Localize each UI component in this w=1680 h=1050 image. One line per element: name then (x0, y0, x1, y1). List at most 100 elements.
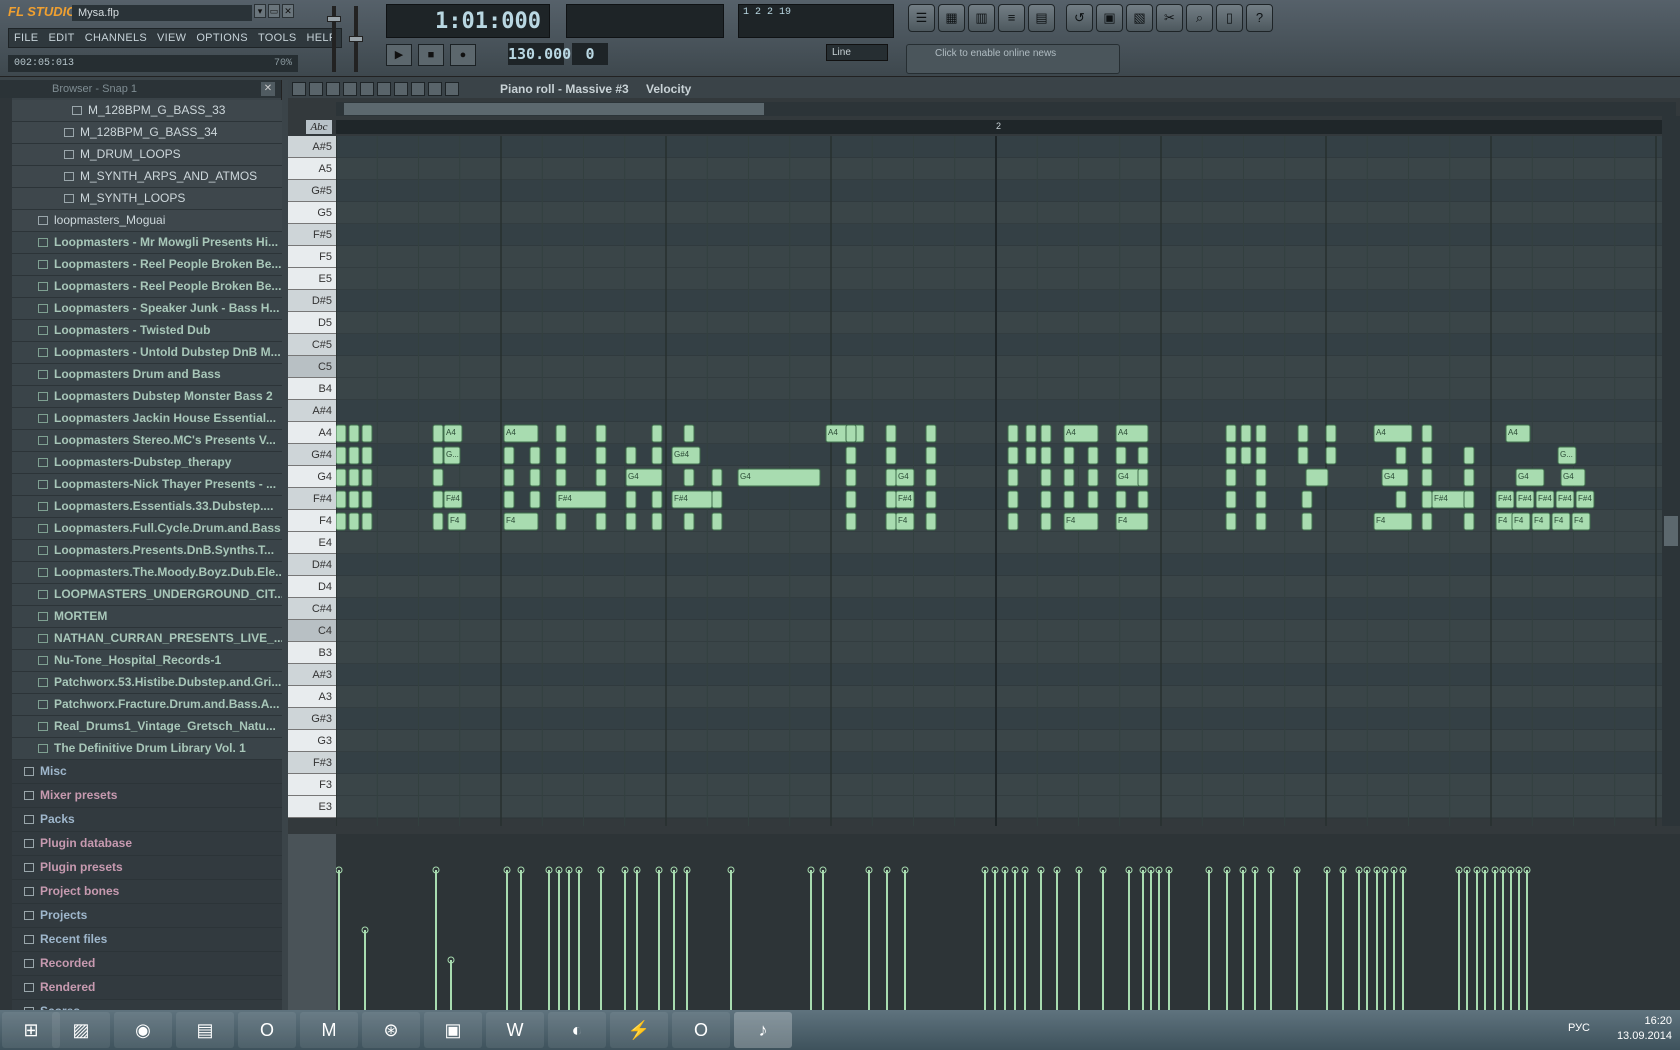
browser-pack-item[interactable]: Loopmasters - Mr Mowgli Presents Hi... (12, 232, 282, 254)
menu-tools[interactable]: TOOLS (253, 29, 302, 47)
browser-pack-item[interactable]: Loopmasters Dubstep Monster Bass 2 (12, 386, 282, 408)
piano-key[interactable]: A#4 (288, 400, 336, 422)
taskbar-app-save[interactable]: ▣ (424, 1012, 482, 1048)
piano-key[interactable]: C5 (288, 356, 336, 378)
master-pitch-slider[interactable] (349, 6, 363, 72)
timeline-ruler[interactable]: 2 (336, 120, 1662, 134)
piano-key[interactable]: F5 (288, 246, 336, 268)
piano-key[interactable]: G3 (288, 730, 336, 752)
document-icon[interactable]: ▯ (1216, 4, 1243, 32)
speaker-icon[interactable] (445, 82, 459, 96)
browser-category-item[interactable]: Rendered (12, 976, 282, 1000)
browser-category-item[interactable]: Recent files (12, 928, 282, 952)
browser-subitem[interactable]: M_DRUM_LOOPS (12, 144, 282, 166)
magnet-icon[interactable] (309, 82, 323, 96)
piano-key[interactable]: G5 (288, 202, 336, 224)
piano-key[interactable]: A#3 (288, 664, 336, 686)
playlist-icon[interactable]: ☰ (908, 4, 935, 32)
browser-pack-item[interactable]: Loopmasters.Presents.DnB.Synths.T... (12, 540, 282, 562)
browser-pack-item[interactable]: Loopmasters Jackin House Essential... (12, 408, 282, 430)
browser-category-item[interactable]: Plugin presets (12, 856, 282, 880)
piano-key[interactable]: E3 (288, 796, 336, 818)
browser-category-item[interactable]: Projects (12, 904, 282, 928)
browser-pack-item[interactable]: Loopmasters-Dubstep_therapy (12, 452, 282, 474)
browser-category-item[interactable]: Project bones (12, 880, 282, 904)
zoom-icon[interactable] (428, 82, 442, 96)
piano-key[interactable]: E5 (288, 268, 336, 290)
browser-pack-item[interactable]: Patchworx.Fracture.Drum.and.Bass.A... (12, 694, 282, 716)
browser-pack-item[interactable]: Loopmasters - Reel People Broken Be... (12, 254, 282, 276)
tempo-display[interactable]: 130.000 (508, 43, 571, 65)
event-target-selector[interactable]: Velocity (646, 80, 691, 98)
save-icon[interactable]: ▣ (1096, 4, 1123, 32)
browser-pack-item[interactable]: Loopmasters Drum and Bass (12, 364, 282, 386)
browser-scrollbar[interactable] (0, 98, 12, 1010)
piano-key[interactable]: F#3 (288, 752, 336, 774)
browser-pack-item[interactable]: Patchworx.53.Histibe.Dubstep.and.Gri... (12, 672, 282, 694)
piano-key[interactable]: C#4 (288, 598, 336, 620)
browser-subitem[interactable]: M_SYNTH_LOOPS (12, 188, 282, 210)
piano-roll-title[interactable]: Piano roll - Massive #3 (500, 80, 629, 98)
browser-pack-item[interactable]: Loopmasters.Full.Cycle.Drum.and.Bass (12, 518, 282, 540)
browser-pack-item[interactable]: Loopmasters - Speaker Junk - Bass H... (12, 298, 282, 320)
browser-pack-item[interactable]: LOOPMASTERS_UNDERGROUND_CIT... (12, 584, 282, 606)
stop-button[interactable]: ■ (418, 44, 444, 66)
browser-subitem[interactable]: M_128BPM_G_BASS_34 (12, 122, 282, 144)
browser-subitem[interactable]: M_SYNTH_ARPS_AND_ATMOS (12, 166, 282, 188)
master-volume-slider[interactable] (327, 6, 341, 72)
browser-subitem[interactable]: M_128BPM_G_BASS_33 (12, 100, 282, 122)
taskbar-opera-2[interactable]: O (672, 1012, 730, 1048)
browser-pack-item[interactable]: The Definitive Drum Library Vol. 1 (12, 738, 282, 760)
close-button[interactable]: ✕ (282, 4, 294, 18)
slice-icon[interactable] (394, 82, 408, 96)
browser-pack-item[interactable]: Nu-Tone_Hospital_Records-1 (12, 650, 282, 672)
pattern-display[interactable]: 0 (572, 43, 608, 65)
piano-key[interactable]: G#4 (288, 444, 336, 466)
browser-category-item[interactable]: Packs (12, 808, 282, 832)
piano-key[interactable]: A#5 (288, 136, 336, 158)
taskbar-app-3[interactable]: ⊛ (362, 1012, 420, 1048)
velocity-event-panel[interactable] (288, 834, 1680, 1010)
piano-key[interactable]: G#3 (288, 708, 336, 730)
browser-pack-item[interactable]: Loopmasters-Nick Thayer Presents - ... (12, 474, 282, 496)
mute-icon[interactable] (377, 82, 391, 96)
piano-key[interactable]: A3 (288, 686, 336, 708)
horizontal-scrollbar[interactable] (336, 102, 1676, 116)
restore-button[interactable]: ▭ (268, 4, 280, 18)
help-icon[interactable]: ? (1246, 4, 1273, 32)
taskbar-app-m[interactable]: M (300, 1012, 358, 1048)
piano-key[interactable]: G4 (288, 466, 336, 488)
piano-key[interactable]: D4 (288, 576, 336, 598)
piano-key[interactable]: A5 (288, 158, 336, 180)
browser-pack-item[interactable]: Loopmasters - Untold Dubstep DnB M... (12, 342, 282, 364)
step-sequencer-icon[interactable]: ▦ (938, 4, 965, 32)
piano-roll-icon[interactable]: ▥ (968, 4, 995, 32)
taskbar-app-w[interactable]: W (486, 1012, 544, 1048)
taskbar-app-1[interactable]: ▨ (52, 1012, 110, 1048)
menu-options[interactable]: OPTIONS (191, 29, 253, 47)
browser-category-item[interactable]: Misc (12, 760, 282, 784)
piano-key[interactable]: D#4 (288, 554, 336, 576)
browser-pack-item[interactable]: Loopmasters Stereo.MC's Presents V... (12, 430, 282, 452)
piano-key[interactable]: C4 (288, 620, 336, 642)
menu-file[interactable]: FILE (9, 29, 43, 47)
browser-pack-item[interactable]: Loopmasters - Reel People Broken Be... (12, 276, 282, 298)
taskbar-explorer[interactable]: ▤ (176, 1012, 234, 1048)
language-indicator[interactable]: РУС (1568, 1022, 1590, 1034)
vertical-scrollbar[interactable] (1662, 116, 1680, 826)
clock[interactable]: 16:20 13.09.2014 (1617, 1014, 1672, 1044)
note-grid[interactable]: A4 G... F#4 F4 A4 F4 F#4 G4 G#4 F#4 G4 A4 G4 F#4 F4 A4 F… (336, 136, 1662, 826)
delete-icon[interactable] (360, 82, 374, 96)
piano-key[interactable]: F4 (288, 510, 336, 532)
browser-category-item[interactable]: Mixer presets (12, 784, 282, 808)
menu-view[interactable]: VIEW (152, 29, 191, 47)
taskbar-fl-studio[interactable]: ♪ (734, 1012, 792, 1048)
browser-pack-item[interactable]: Real_Drums1_Vintage_Gretsch_Natu... (12, 716, 282, 738)
browser-pack-item[interactable]: MORTEM (12, 606, 282, 628)
close-icon[interactable]: ✕ (261, 82, 275, 96)
piano-key[interactable]: B4 (288, 378, 336, 400)
pencil-icon[interactable] (326, 82, 340, 96)
play-button[interactable]: ▶ (386, 44, 412, 66)
taskbar-app-2[interactable]: ◉ (114, 1012, 172, 1048)
cut-icon[interactable]: ✂ (1156, 4, 1183, 32)
